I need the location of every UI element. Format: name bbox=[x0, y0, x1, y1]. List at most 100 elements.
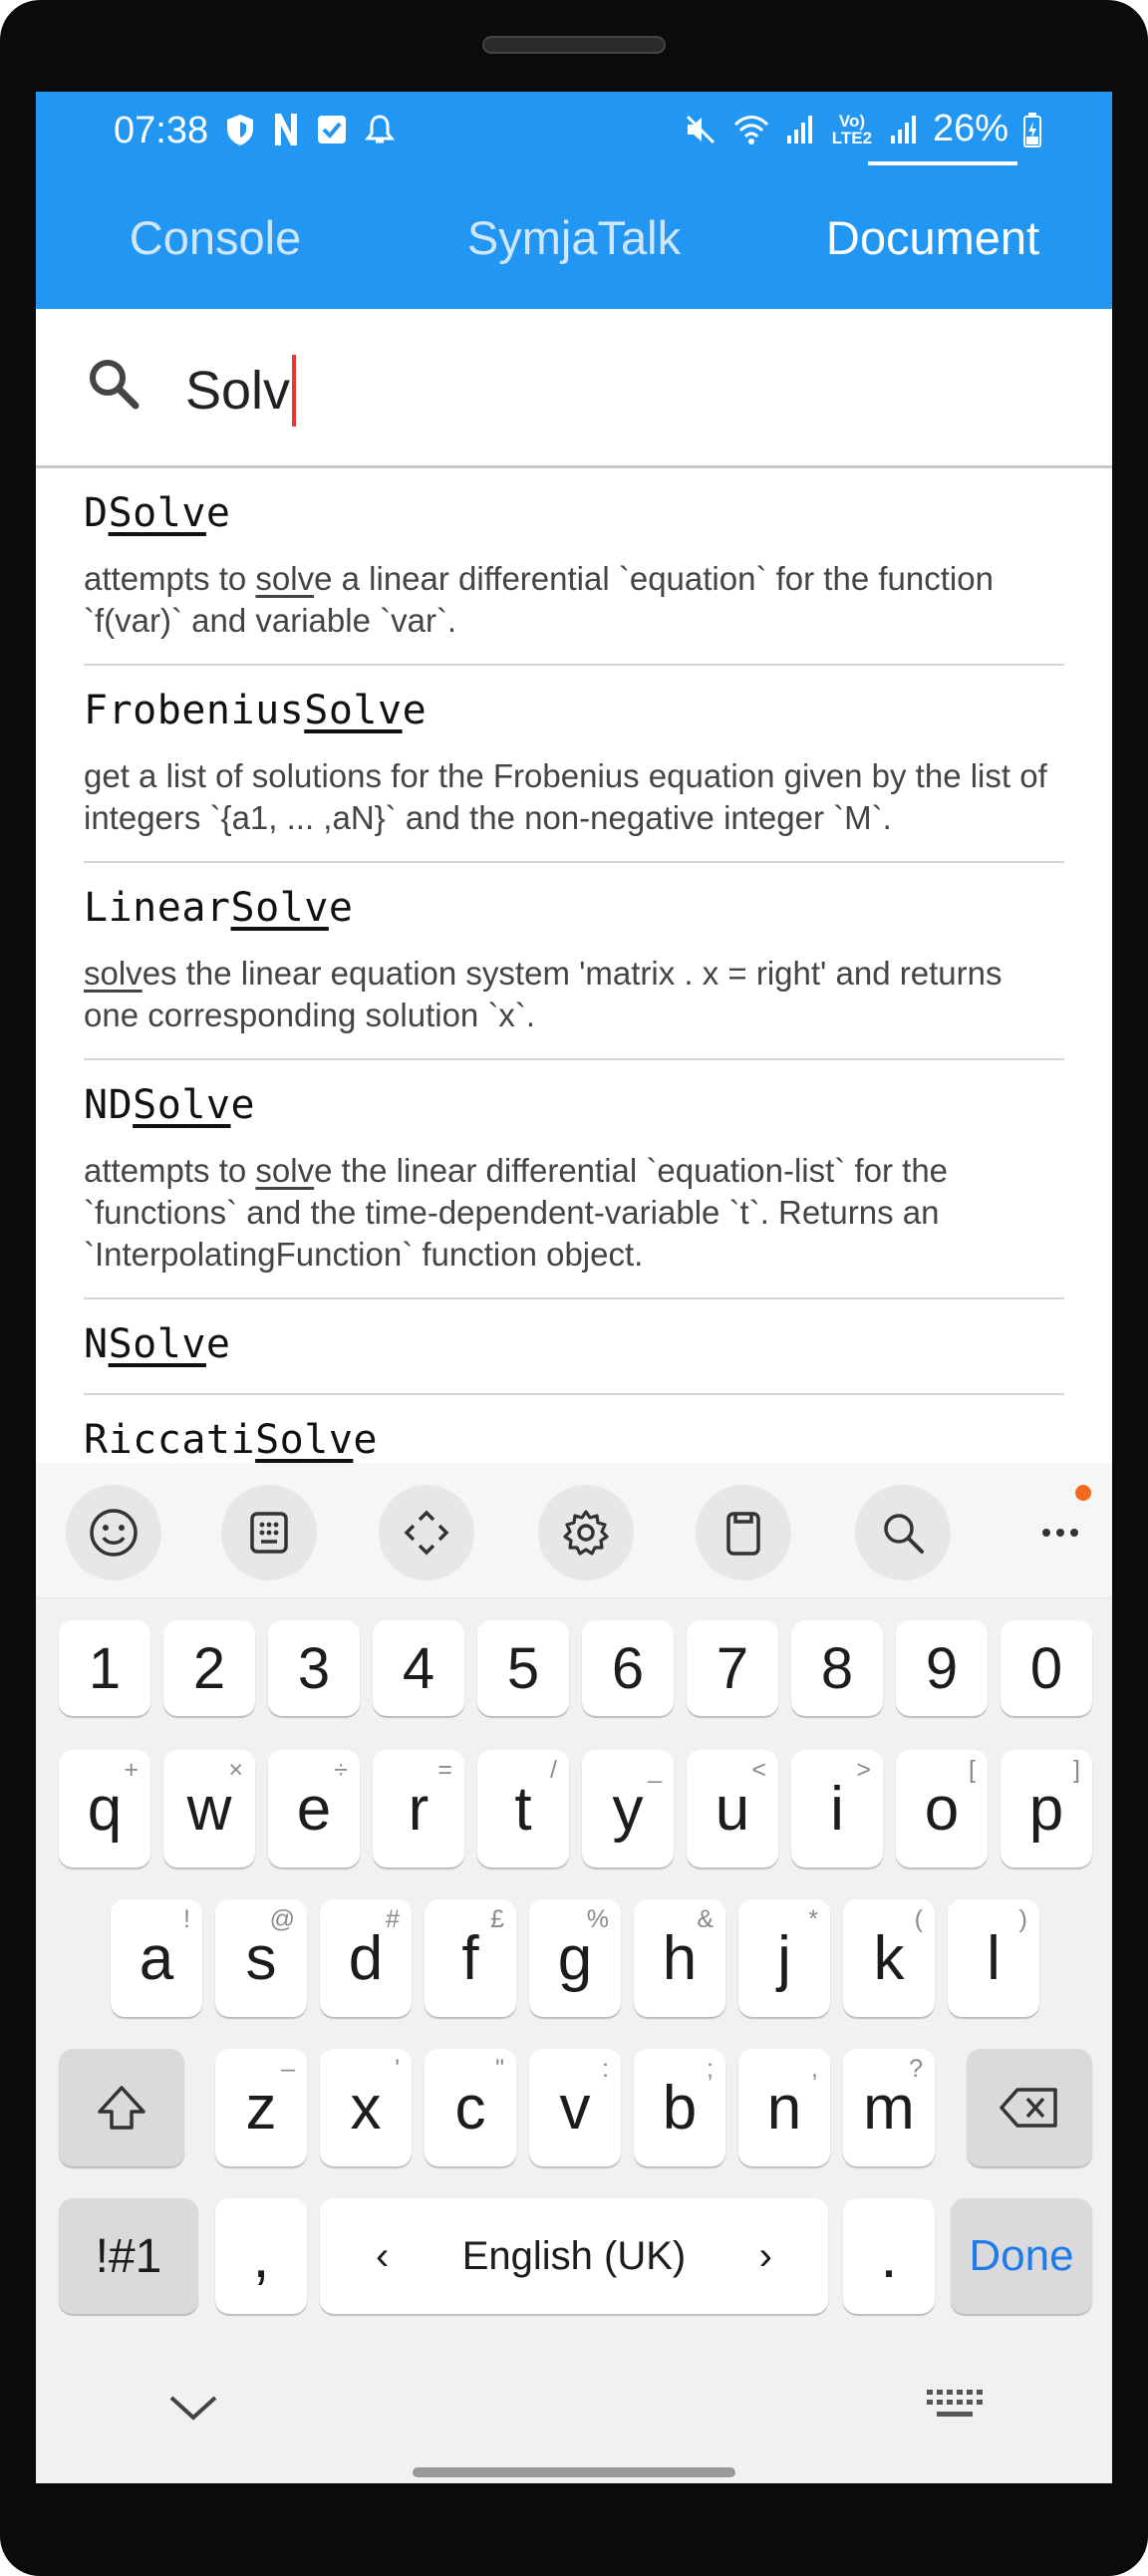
status-bar: 07:38 Vo) LTE2 26% bbox=[36, 92, 1112, 175]
navigation-bar bbox=[36, 2330, 1112, 2483]
phone-frame: 07:38 Vo) LTE2 26% Console SymjaTalk Doc… bbox=[0, 0, 1148, 2576]
key-y[interactable]: y _ bbox=[582, 1750, 674, 1867]
signal-icon bbox=[890, 115, 916, 143]
tab-console[interactable]: Console bbox=[36, 165, 395, 309]
home-indicator bbox=[413, 2467, 735, 2477]
soft-keyboard: 1 2 3 4 5 6 7 8 9 0 q + w × e ÷ r = t / y _ u <… bbox=[36, 1463, 1112, 2483]
emoji-icon[interactable] bbox=[66, 1485, 161, 1580]
space-key[interactable]: ‹ English (UK) › bbox=[320, 2198, 828, 2314]
key-e[interactable]: e ÷ bbox=[268, 1750, 360, 1867]
search-input[interactable]: Solv bbox=[185, 355, 297, 427]
backspace-icon bbox=[1000, 2088, 1057, 2128]
shift-key[interactable] bbox=[59, 2049, 184, 2166]
battery-percent: 26% bbox=[932, 108, 1008, 149]
period-key[interactable]: . bbox=[843, 2198, 935, 2314]
key-v[interactable]: v: bbox=[529, 2049, 621, 2166]
wifi-icon bbox=[733, 115, 768, 144]
key-5[interactable]: 5 bbox=[477, 1620, 569, 1716]
screen: 07:38 Vo) LTE2 26% Console SymjaTalk Doc… bbox=[36, 92, 1112, 2483]
function-description: attempts to solve the linear differentia… bbox=[84, 1152, 949, 1273]
status-right-icons: Vo) LTE2 26% bbox=[684, 108, 1042, 150]
function-name: NSolve bbox=[84, 1321, 231, 1367]
function-description: get a list of solutions for the Frobeniu… bbox=[84, 757, 1047, 836]
shift-icon bbox=[98, 2086, 145, 2130]
function-name: LinearSolve bbox=[84, 885, 354, 931]
key-m[interactable]: m? bbox=[843, 2049, 935, 2166]
key-p[interactable]: p] bbox=[1001, 1750, 1092, 1867]
function-name: FrobeniusSolve bbox=[84, 688, 428, 733]
key-z[interactable]: z – bbox=[215, 2049, 307, 2166]
keyboard-toolbar bbox=[36, 1463, 1112, 1598]
settings-icon[interactable] bbox=[538, 1485, 634, 1580]
key-h[interactable]: h & bbox=[634, 1899, 725, 2017]
list-item[interactable]: FrobeniusSolve get a list of solutions f… bbox=[84, 666, 1064, 863]
key-0[interactable]: 0 bbox=[1001, 1620, 1092, 1716]
function-name: DSolve bbox=[84, 490, 231, 536]
function-description: attempts to solve a linear differential … bbox=[84, 560, 994, 639]
key-c[interactable]: c " bbox=[425, 2049, 516, 2166]
language-label: English (UK) bbox=[461, 2233, 687, 2278]
signal-icon bbox=[786, 115, 812, 143]
key-b[interactable]: b; bbox=[634, 2049, 725, 2166]
function-description: solves the linear equation system 'matri… bbox=[84, 955, 1003, 1033]
keypad-icon[interactable] bbox=[221, 1485, 317, 1580]
results-list: DSolve attempts to solve a linear differ… bbox=[84, 468, 1064, 1565]
key-3[interactable]: 3 bbox=[268, 1620, 360, 1716]
key-7[interactable]: 7 bbox=[687, 1620, 778, 1716]
key-x[interactable]: x ' bbox=[320, 2049, 412, 2166]
symbols-key[interactable]: !#1 bbox=[59, 2198, 198, 2314]
key-j[interactable]: j * bbox=[738, 1899, 830, 2017]
mute-icon bbox=[686, 115, 715, 143]
key-8[interactable]: 8 bbox=[791, 1620, 883, 1716]
key-f[interactable]: f £ bbox=[425, 1899, 516, 2017]
key-u[interactable]: u < bbox=[687, 1750, 778, 1867]
more-icon[interactable] bbox=[1012, 1485, 1108, 1580]
bell-icon bbox=[365, 115, 395, 143]
tab-document[interactable]: Document bbox=[753, 165, 1112, 309]
clipboard-icon[interactable] bbox=[696, 1485, 791, 1580]
key-4[interactable]: 4 bbox=[373, 1620, 464, 1716]
search-query: Solv bbox=[185, 361, 291, 421]
tab-bar: Console SymjaTalk Document bbox=[36, 165, 1112, 309]
key-a[interactable]: a! bbox=[111, 1899, 202, 2017]
shield-icon bbox=[227, 115, 253, 145]
list-item[interactable]: LinearSolve solves the linear equation s… bbox=[84, 863, 1064, 1060]
key-q[interactable]: q + bbox=[59, 1750, 150, 1867]
search-icon[interactable] bbox=[855, 1485, 951, 1580]
key-t[interactable]: t / bbox=[477, 1750, 569, 1867]
key-i[interactable]: i > bbox=[791, 1750, 883, 1867]
key-s[interactable]: s @ bbox=[215, 1899, 307, 2017]
list-item[interactable]: DSolve attempts to solve a linear differ… bbox=[84, 468, 1064, 666]
language-next-icon: › bbox=[758, 2233, 772, 2278]
list-item[interactable]: NDSolve attempts to solve the linear dif… bbox=[84, 1060, 1064, 1299]
key-r[interactable]: r = bbox=[373, 1750, 464, 1867]
key-1[interactable]: 1 bbox=[59, 1620, 150, 1716]
key-n[interactable]: n, bbox=[738, 2049, 830, 2166]
key-l[interactable]: l) bbox=[948, 1899, 1039, 2017]
tab-symjatalk[interactable]: SymjaTalk bbox=[395, 165, 753, 309]
key-2[interactable]: 2 bbox=[163, 1620, 255, 1716]
text-caret bbox=[292, 355, 297, 427]
keyboard-icon[interactable] bbox=[923, 2386, 987, 2426]
search-icon[interactable] bbox=[84, 354, 144, 414]
key-w[interactable]: w × bbox=[163, 1750, 255, 1867]
key-k[interactable]: k( bbox=[843, 1899, 935, 2017]
comma-key[interactable]: , bbox=[215, 2198, 307, 2314]
key-9[interactable]: 9 bbox=[896, 1620, 988, 1716]
battery-icon bbox=[1023, 112, 1041, 147]
volte-icon: Vo) LTE2 bbox=[831, 111, 873, 147]
function-name: NDSolve bbox=[84, 1082, 256, 1128]
backspace-key[interactable] bbox=[967, 2049, 1092, 2166]
key-o[interactable]: o[ bbox=[896, 1750, 988, 1867]
key-d[interactable]: d # bbox=[320, 1899, 412, 2017]
checkbox-icon bbox=[318, 116, 346, 143]
chevron-down-icon[interactable] bbox=[165, 2390, 221, 2426]
n-icon bbox=[275, 114, 297, 145]
list-item[interactable]: NSolve bbox=[84, 1299, 1064, 1395]
function-name: RiccatiSolve bbox=[84, 1417, 378, 1463]
cursor-move-icon[interactable] bbox=[379, 1485, 474, 1580]
notification-dot bbox=[1075, 1485, 1091, 1501]
key-6[interactable]: 6 bbox=[582, 1620, 674, 1716]
key-g[interactable]: g% bbox=[529, 1899, 621, 2017]
done-button[interactable]: Done bbox=[951, 2198, 1092, 2314]
